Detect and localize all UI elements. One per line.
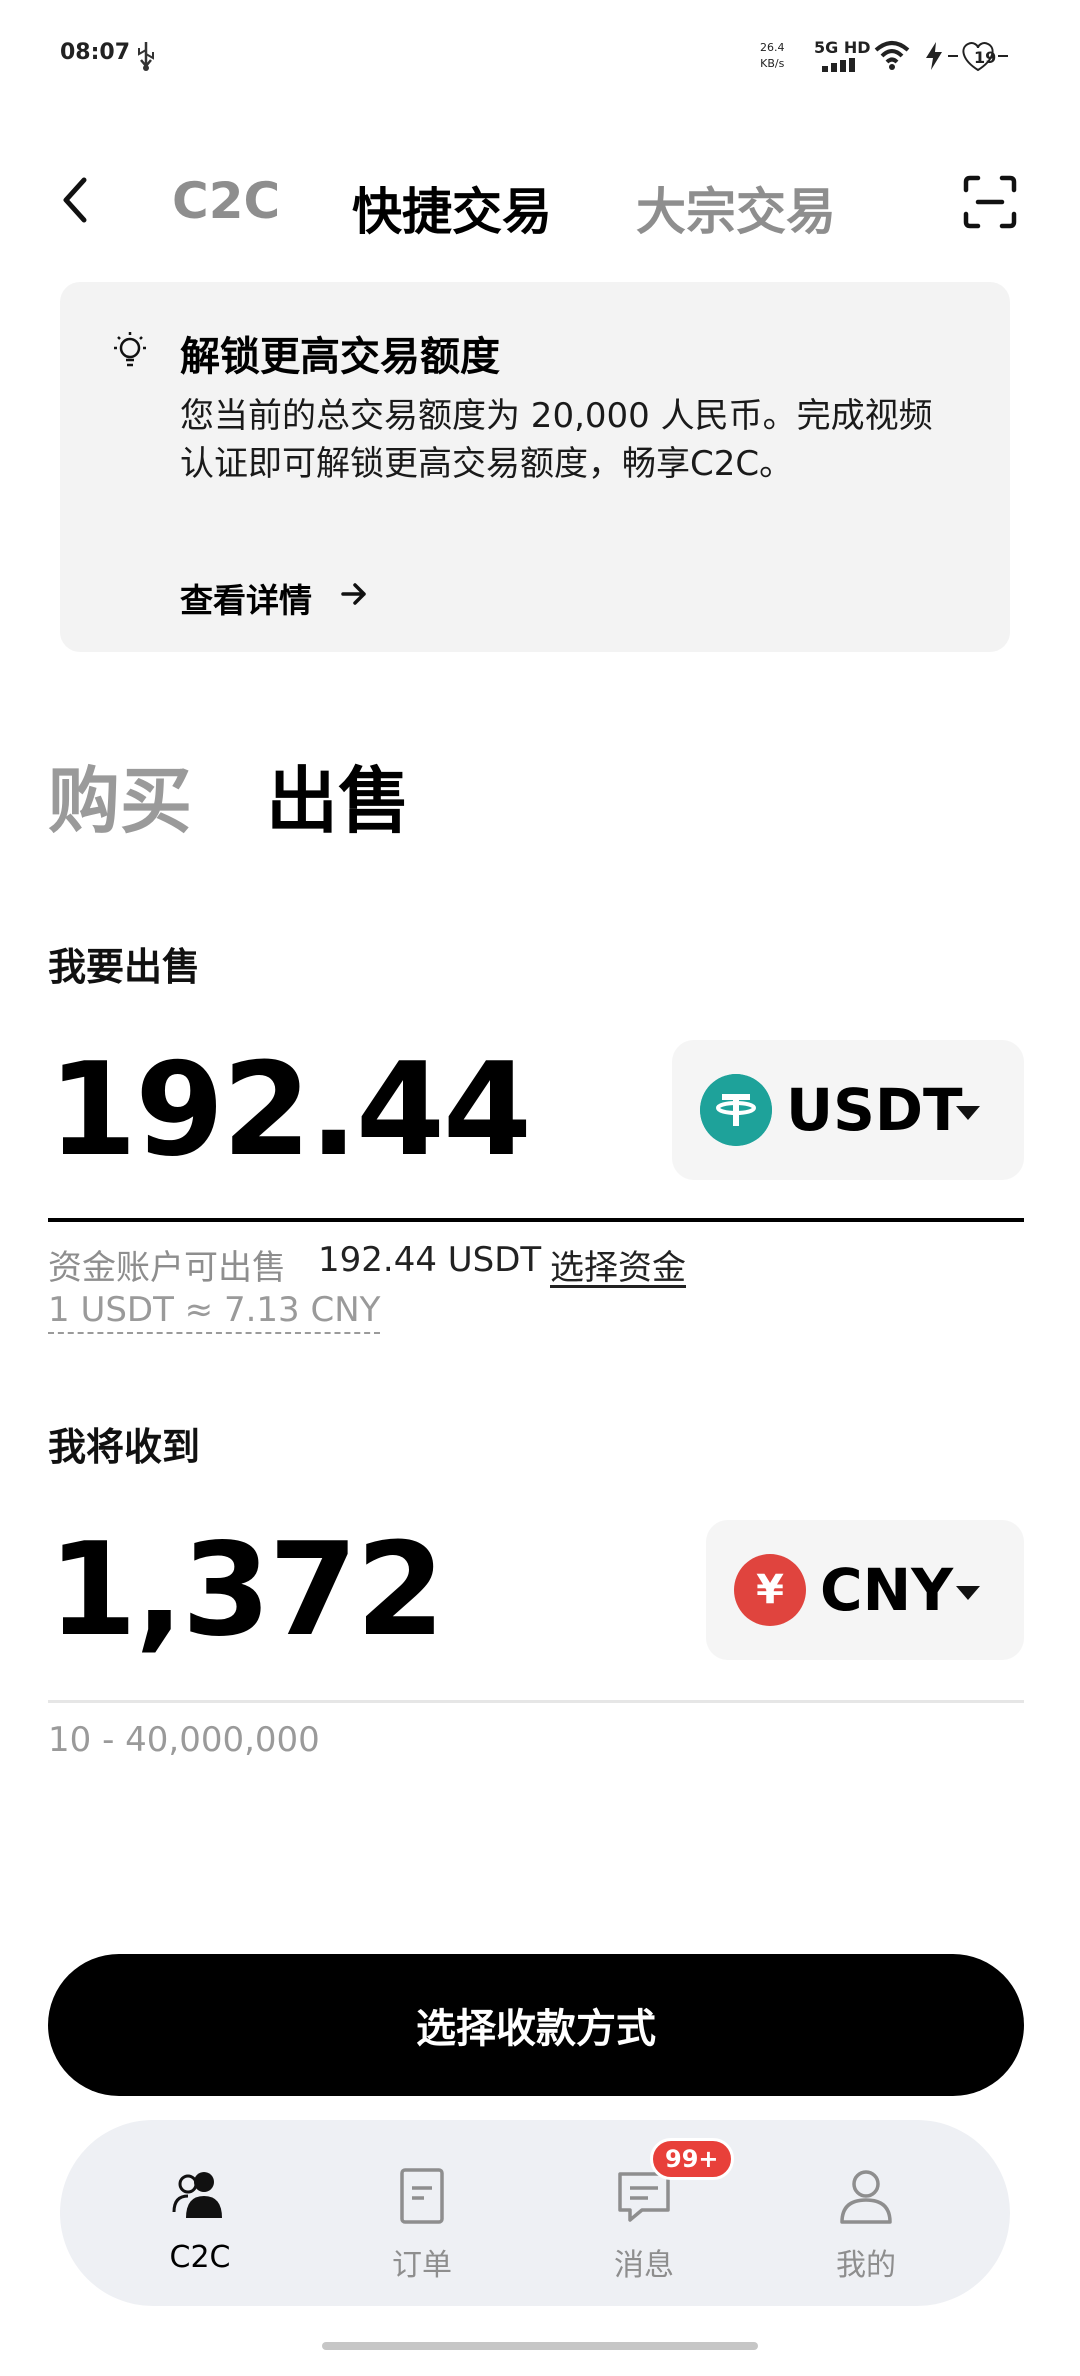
receive-amount-input[interactable]: 1,372 (48, 1516, 445, 1665)
battery-level: 19 (974, 48, 997, 67)
nav-item-c2c[interactable]: C2C (120, 2144, 280, 2284)
nav-label-orders: 订单 (392, 2248, 452, 2283)
receive-label: 我将收到 (48, 1425, 201, 1469)
network-type: 5G HD (814, 38, 871, 57)
network-speed: 26.4 KB/s (760, 40, 785, 72)
nav-item-orders[interactable]: 订单 (342, 2144, 502, 2284)
cny-coin-icon: ¥ (734, 1554, 806, 1626)
nav-label-c2c: C2C (169, 2240, 231, 2275)
amount-range: 10 - 40,000,000 (48, 1720, 320, 1760)
nav-label-profile: 我的 (836, 2248, 896, 2283)
sell-amount-input[interactable]: 192.44 (48, 1036, 532, 1185)
exchange-rate[interactable]: 1 USDT ≈ 7.13 CNY (48, 1290, 381, 1334)
unread-badge: 99+ (650, 2138, 734, 2180)
banner-text: 您当前的总交易额度为 20,000 人民币。完成视频认证即可解锁更高交易额度，畅… (180, 396, 933, 484)
select-funds-link[interactable]: 选择资金 (550, 1240, 686, 1289)
nav-label-messages: 消息 (614, 2248, 674, 2283)
chevron-down-icon (956, 1586, 980, 1600)
mode-buy-tab[interactable]: 购买 (48, 742, 192, 847)
sell-label: 我要出售 (48, 945, 201, 989)
home-indicator[interactable] (322, 2342, 758, 2350)
view-details-link[interactable]: 查看详情 (180, 574, 312, 622)
arrow-right-icon[interactable] (340, 580, 368, 608)
scan-icon[interactable] (962, 174, 1018, 230)
receive-input-underline (48, 1700, 1024, 1703)
select-payment-label: 选择收款方式 (416, 2006, 656, 2052)
sell-input-underline (48, 1218, 1024, 1222)
charging-icon (926, 42, 942, 70)
people-icon (172, 2172, 222, 2218)
tab-c2c[interactable]: C2C (172, 172, 280, 230)
banner-title: 解锁更高交易额度 (180, 334, 500, 380)
nav-item-profile[interactable]: 我的 (786, 2144, 946, 2284)
net-speed-value: 26.4 (760, 41, 785, 54)
lightbulb-icon (114, 332, 146, 367)
net-speed-unit: KB/s (760, 57, 785, 70)
sell-currency-code: USDT (786, 1076, 963, 1144)
mode-sell-tab[interactable]: 出售 (266, 742, 410, 847)
receive-currency-code: CNY (820, 1556, 954, 1624)
status-bar: 08:07 26.4 KB/s 5G HD 19 (0, 0, 1080, 110)
status-time: 08:07 (60, 40, 131, 65)
select-payment-button[interactable]: 选择收款方式 (48, 1954, 1024, 2096)
back-icon[interactable] (56, 170, 96, 230)
tab-bulk-trade[interactable]: 大宗交易 (636, 172, 836, 244)
usb-icon (138, 42, 154, 71)
usdt-coin-icon (700, 1074, 772, 1146)
available-label: 资金账户可出售 (48, 1248, 286, 1288)
person-icon (840, 2170, 892, 2224)
chevron-down-icon (956, 1106, 980, 1120)
tab-quick-trade[interactable]: 快捷交易 (352, 172, 552, 244)
order-icon (400, 2168, 444, 2224)
cny-symbol: ¥ (756, 1567, 784, 1613)
wifi-icon (874, 41, 910, 70)
available-value: 192.44 USDT (318, 1240, 542, 1280)
signal-icon (822, 58, 855, 72)
